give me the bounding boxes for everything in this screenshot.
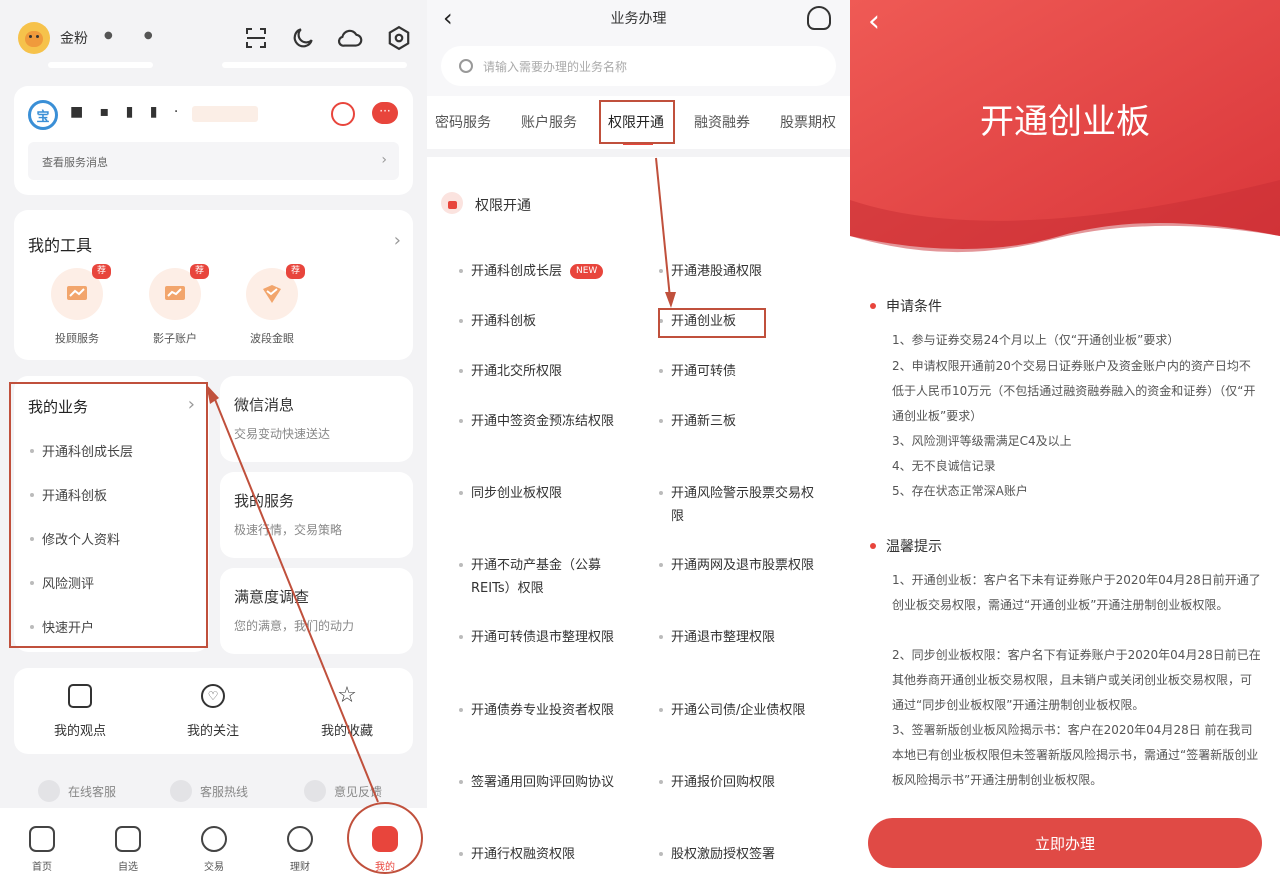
condition-item: 2、申请权限开通前20个交易日证券账户及资金账户内的资产日均不低于人民币10万元…	[892, 359, 1256, 423]
tips-title: 温馨提示	[886, 539, 942, 555]
hero-title: 开通创业板	[980, 102, 1150, 142]
back-icon[interactable]: ‹	[868, 4, 880, 39]
conditions-title: 申请条件	[886, 299, 942, 315]
annotation-arrow	[206, 384, 379, 803]
condition-item: 5、存在状态正常深A账户	[892, 484, 1028, 498]
tip-item: 2、同步创业板权限：客户名下有证券账户于2020年04月28日前已在其他券商开通…	[892, 648, 1261, 712]
annotation-arrow	[655, 157, 676, 308]
apply-now-button[interactable]: 立即办理	[868, 818, 1262, 868]
condition-item: 1、参与证券交易24个月以上（仅“开通创业板”要求）	[892, 333, 1180, 347]
business-handling-panel: ‹ 业务办理 请输入需要办理的业务名称 密码服务 账户服务 权限开通 融资融券 …	[427, 0, 850, 876]
section-bullet	[870, 303, 876, 309]
tip-item: 1、开通创业板：客户名下未有证券账户于2020年04月28日前开通了创业板交易权…	[892, 573, 1261, 612]
section-bullet	[870, 543, 876, 549]
tip-item: 3、签署新版创业板风险揭示书：客户在2020年04月28日 前在我司本地已有创业…	[892, 723, 1259, 787]
condition-item: 4、无不良诚信记录	[892, 459, 996, 473]
my-page-panel: 金粉 ● ● 宝 ■ ▪ ▮ ▮ · ··· 查看服务消息 › 我的工具 › 投…	[0, 0, 427, 876]
condition-item: 3、风险测评等级需满足C4及以上	[892, 434, 1072, 448]
